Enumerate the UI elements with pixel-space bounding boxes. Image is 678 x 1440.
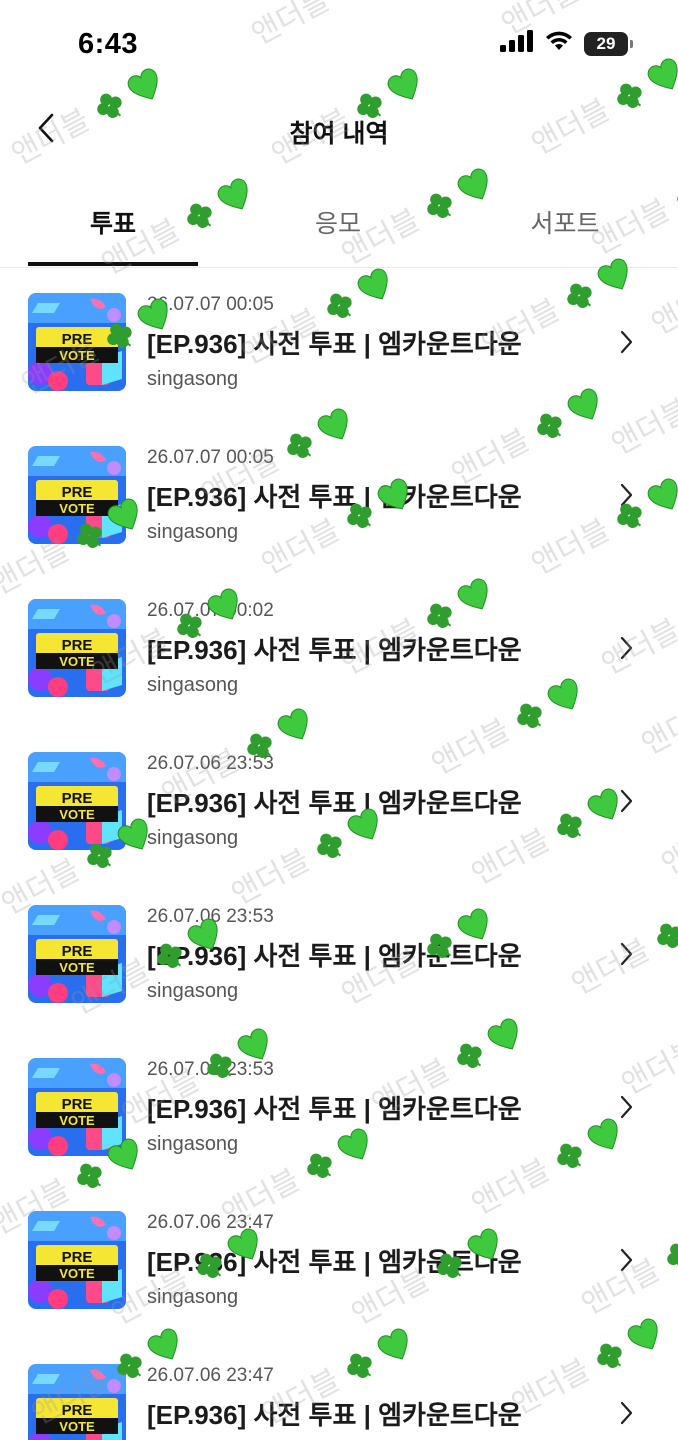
status-time: 6:43	[78, 28, 139, 60]
list-item[interactable]: PRE VOTE 26.07.06 23:53 [EP.936] 사전 투표 | 엠카…	[0, 880, 678, 1033]
tab-apply[interactable]: 응모	[253, 204, 423, 240]
item-date: 26.07.06 23:53	[147, 906, 274, 927]
thumb-line2: VOTE	[59, 348, 95, 363]
item-date: 26.07.07 00:05	[147, 447, 274, 468]
item-date: 26.07.06 23:53	[147, 1059, 274, 1080]
prevote-thumbnail: PRE VOTE	[28, 446, 126, 544]
thumb-line1: PRE	[62, 637, 93, 654]
tab-support[interactable]: 서포트	[480, 204, 650, 240]
signal-icon	[500, 30, 534, 57]
chevron-right-icon	[614, 328, 638, 356]
chevron-right-icon	[614, 940, 638, 968]
chevron-right-icon	[614, 787, 638, 815]
thumb-line2: VOTE	[59, 1266, 95, 1281]
item-title: [EP.936] 사전 투표 | 엠카운트다운	[147, 941, 522, 971]
item-title: [EP.936] 사전 투표 | 엠카운트다운	[147, 788, 522, 818]
prevote-thumbnail: PRE VOTE	[28, 752, 126, 850]
thumb-line2: VOTE	[59, 1113, 95, 1128]
active-tab-indicator	[28, 262, 198, 266]
item-channel: singasong	[147, 521, 239, 543]
chevron-right-icon	[614, 1399, 638, 1427]
thumb-line1: PRE	[62, 1096, 93, 1113]
item-title: [EP.936] 사전 투표 | 엠카운트다운	[147, 635, 522, 665]
list-item[interactable]: PRE VOTE 26.07.07 00:05 [EP.936] 사전 투표 | 엠카…	[0, 421, 678, 574]
page-title: 참여 내역	[289, 120, 389, 148]
chevron-right-icon	[614, 634, 638, 662]
chevron-right-icon	[614, 481, 638, 509]
item-date: 26.07.07 00:05	[147, 294, 274, 315]
list-item[interactable]: PRE VOTE 26.07.06 23:47 [EP.936] 사전 투표 | 엠카…	[0, 1186, 678, 1339]
thumb-line1: PRE	[62, 943, 93, 960]
prevote-thumbnail: PRE VOTE	[28, 599, 126, 697]
thumb-line1: PRE	[62, 331, 93, 348]
thumb-line1: PRE	[62, 1402, 93, 1419]
item-channel: singasong	[147, 674, 239, 696]
item-date: 26.07.06 23:47	[147, 1212, 274, 1233]
item-title: [EP.936] 사전 투표 | 엠카운트다운	[147, 1400, 522, 1430]
item-channel: singasong	[147, 368, 239, 390]
thumb-line2: VOTE	[59, 501, 95, 516]
status-bar: 6:43 29	[0, 0, 678, 90]
thumb-line1: PRE	[62, 1249, 93, 1266]
item-channel: singasong	[147, 1286, 239, 1308]
list-item[interactable]: PRE VOTE 26.07.06 23:47 [EP.936] 사전 투표 | 엠카…	[0, 1339, 678, 1440]
thumb-line2: VOTE	[59, 807, 95, 822]
header: 참여 내역	[0, 96, 678, 168]
tab-bar: 투표 응모 서포트	[0, 190, 678, 268]
item-channel: singasong	[147, 980, 239, 1002]
tab-vote[interactable]: 투표	[28, 204, 198, 240]
thumb-line1: PRE	[62, 484, 93, 501]
thumb-line1: PRE	[62, 790, 93, 807]
prevote-thumbnail: PRE VOTE	[28, 293, 126, 391]
prevote-thumbnail: PRE VOTE	[28, 1364, 126, 1440]
item-title: [EP.936] 사전 투표 | 엠카운트다운	[147, 1247, 522, 1277]
wifi-icon	[544, 30, 574, 57]
item-title: [EP.936] 사전 투표 | 엠카운트다운	[147, 1094, 522, 1124]
prevote-thumbnail: PRE VOTE	[28, 1211, 126, 1309]
status-icons: 29	[500, 30, 633, 57]
thumb-line2: VOTE	[59, 1419, 95, 1434]
thumb-line2: VOTE	[59, 960, 95, 975]
item-date: 26.07.06 23:53	[147, 753, 274, 774]
list-item[interactable]: PRE VOTE 26.07.07 00:05 [EP.936] 사전 투표 | 엠카…	[0, 268, 678, 421]
item-date: 26.07.07 00:02	[147, 600, 274, 621]
item-channel: singasong	[147, 1133, 239, 1155]
thumb-line2: VOTE	[59, 654, 95, 669]
prevote-thumbnail: PRE VOTE	[28, 1058, 126, 1156]
list-item[interactable]: PRE VOTE 26.07.06 23:53 [EP.936] 사전 투표 | 엠카…	[0, 727, 678, 880]
item-date: 26.07.06 23:47	[147, 1365, 274, 1386]
battery-icon: 29	[584, 31, 633, 56]
list-item[interactable]: PRE VOTE 26.07.07 00:02 [EP.936] 사전 투표 | 엠카…	[0, 574, 678, 727]
chevron-right-icon	[614, 1246, 638, 1274]
item-title: [EP.936] 사전 투표 | 엠카운트다운	[147, 482, 522, 512]
chevron-right-icon	[614, 1093, 638, 1121]
list-item[interactable]: PRE VOTE 26.07.06 23:53 [EP.936] 사전 투표 | 엠카…	[0, 1033, 678, 1186]
item-channel: singasong	[147, 827, 239, 849]
prevote-thumbnail: PRE VOTE	[28, 905, 126, 1003]
item-title: [EP.936] 사전 투표 | 엠카운트다운	[147, 329, 522, 359]
